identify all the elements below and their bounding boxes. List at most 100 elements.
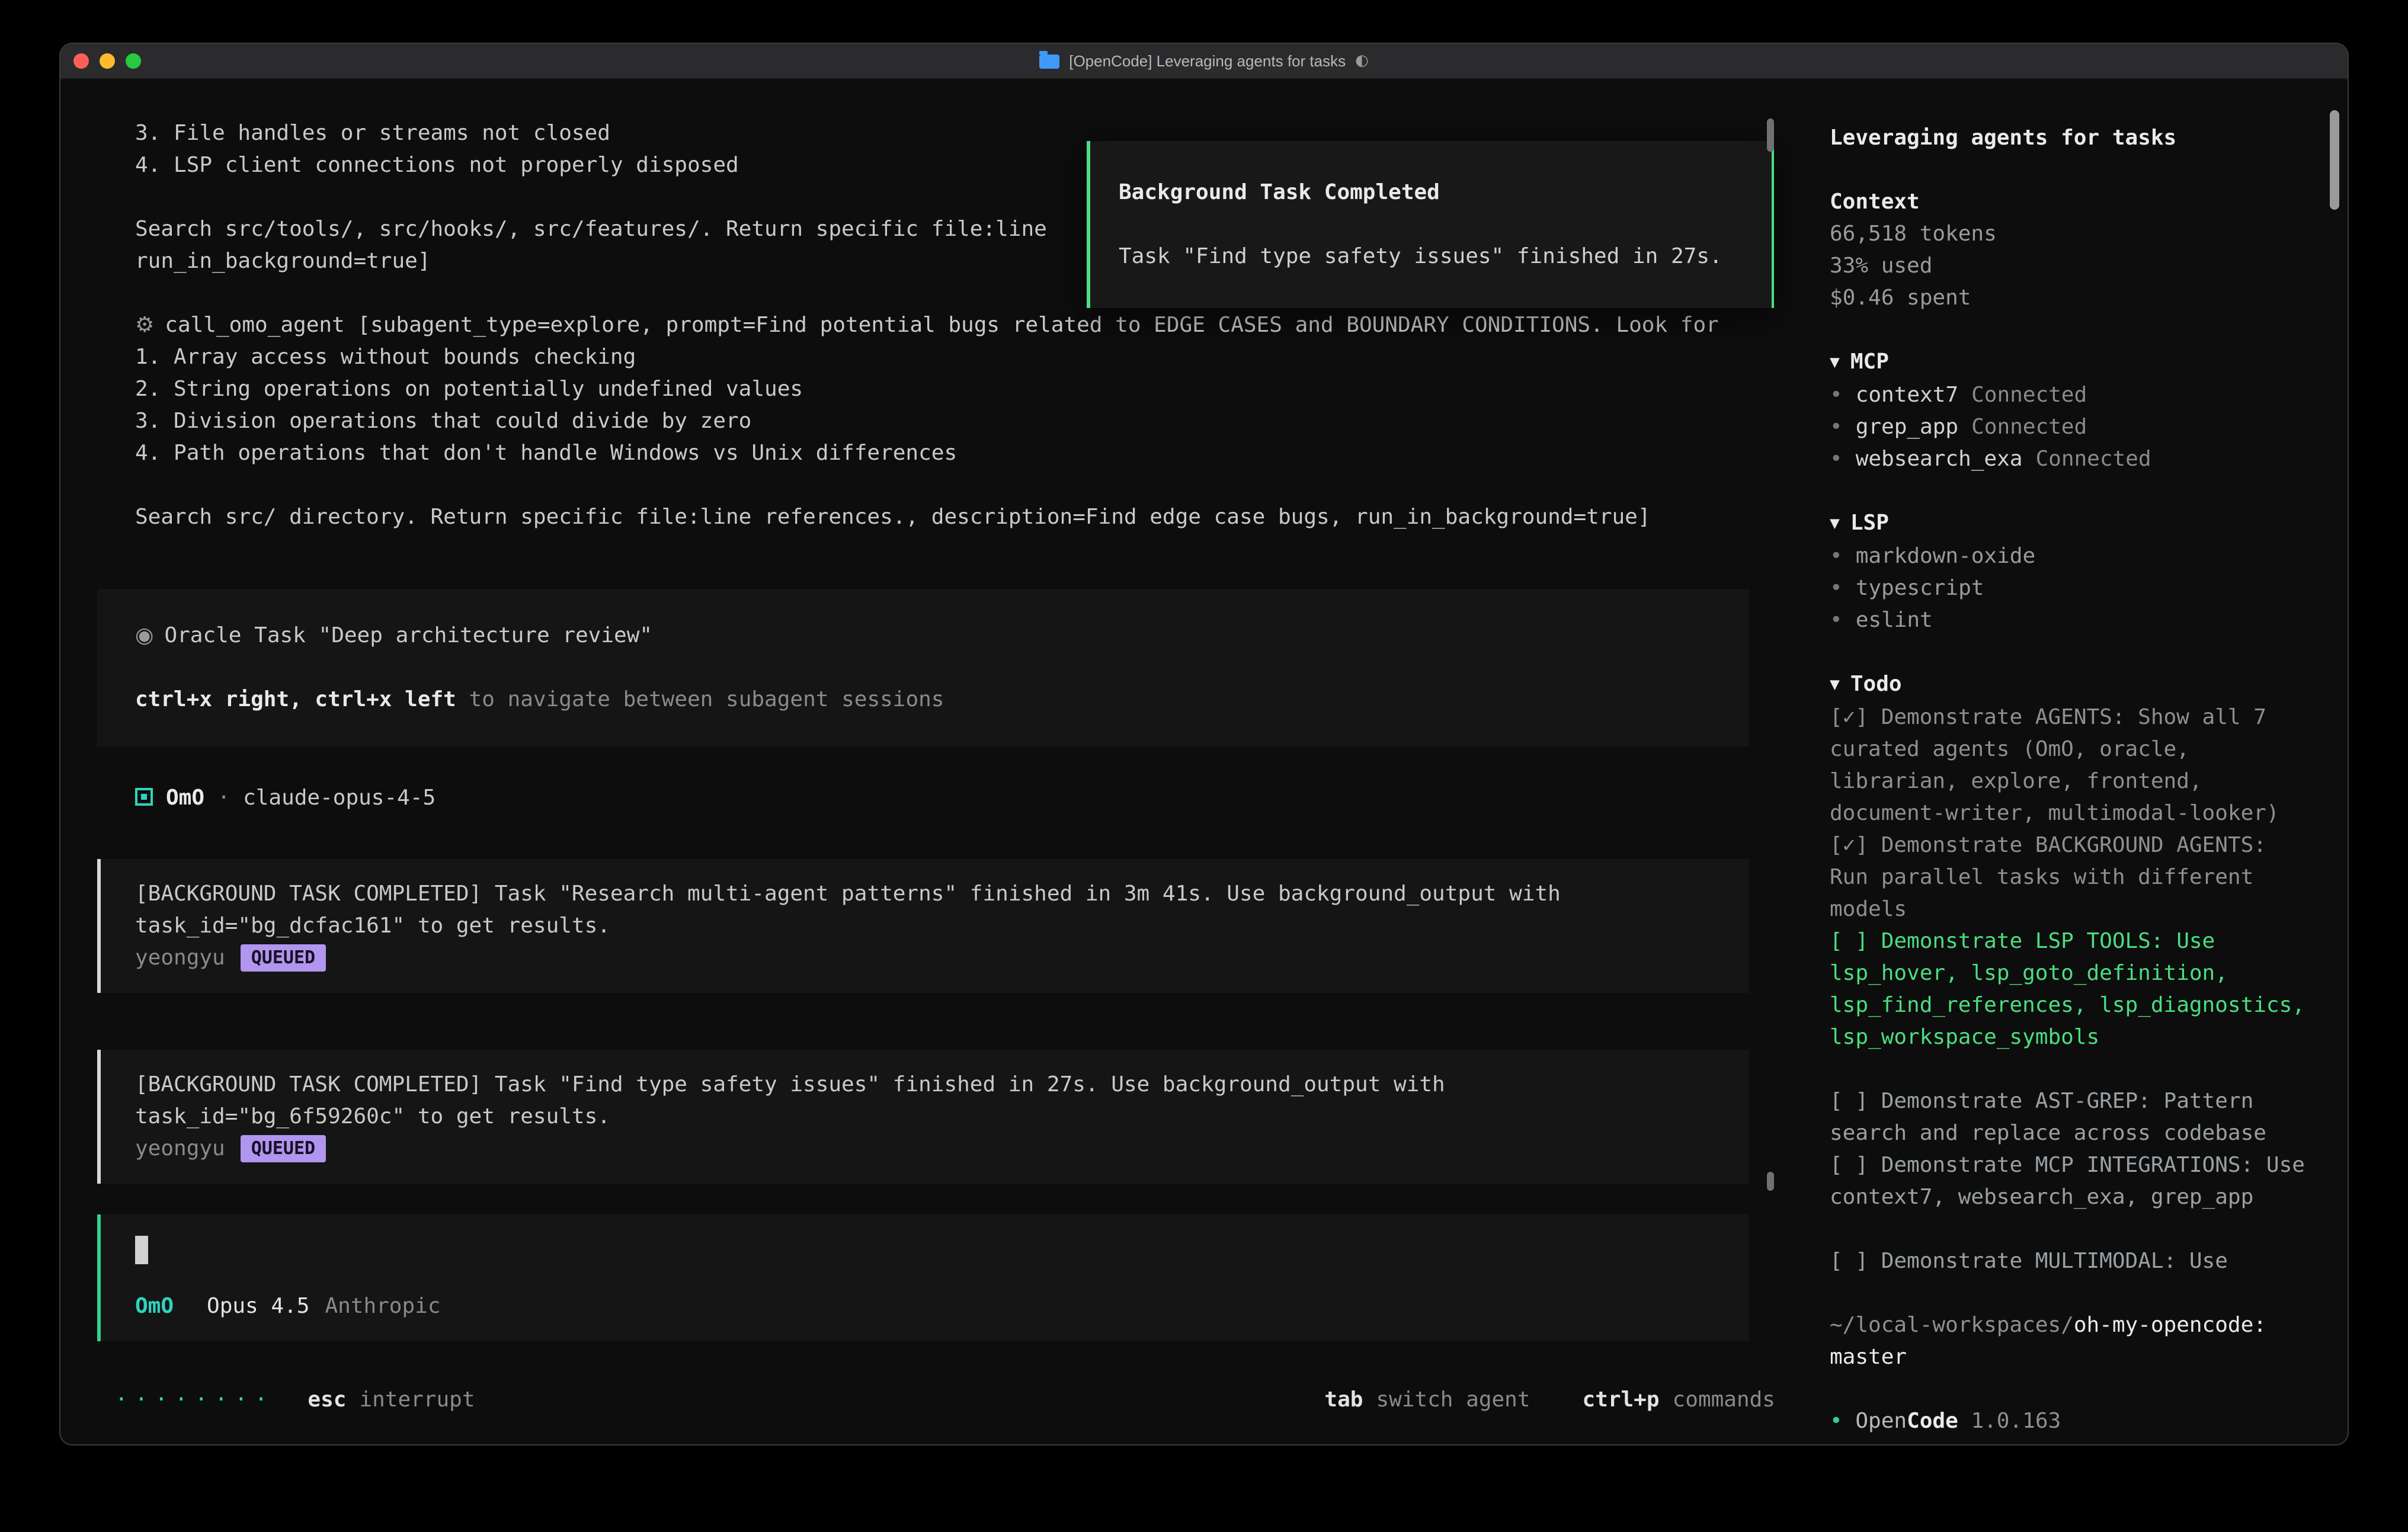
todo-checkbox: [ ] (1830, 1089, 1868, 1114)
todo-item: [ ] Demonstrate MULTIMODAL: Use (1830, 1245, 2307, 1277)
mcp-name: grep_app (1856, 415, 1958, 440)
todo-text: Demonstrate AGENTS: Show all 7 curated a… (1830, 705, 2279, 826)
model-info-line: OmO Opus 4.5 Anthropic (135, 1290, 1711, 1322)
titlebar[interactable]: [OpenCode] Leveraging agents for tasks ◐ (60, 44, 2348, 79)
session-status-icon: ◐ (1355, 52, 1369, 70)
queued-badge: QUEUED (241, 1135, 326, 1162)
spinner-dots-icon: ········ (115, 1387, 274, 1412)
bullet-icon: • (1830, 415, 1843, 440)
workspace-repo: oh-my-opencode: (2074, 1313, 2266, 1338)
sidebar-scrollbar-thumb[interactable] (2330, 110, 2339, 210)
main-scrollbar-thumb-top[interactable] (1767, 118, 1774, 152)
mcp-item: • websearch_exa Connected (1830, 443, 2307, 475)
active-agent-name: OmO (135, 1294, 174, 1319)
terminal-window: [OpenCode] Leveraging agents for tasks◐ … (59, 43, 2349, 1446)
todo-checkbox: [✓] (1830, 705, 1868, 730)
todo-item-active: [ ] Demonstrate LSP TOOLS: Use lsp_hover… (1830, 925, 2307, 1053)
context-used: 33% used (1830, 250, 2307, 282)
agent-model: claude-opus-4-5 (243, 786, 436, 810)
sidebar: Leveraging agents for tasks Context 66,5… (1799, 79, 2348, 1444)
oracle-task-panel: ◉Oracle Task "Deep architecture review" … (97, 589, 1749, 746)
status-right: tabswitch agentctrl+pcommands (1324, 1384, 1775, 1416)
context-spent: $0.46 spent (1830, 282, 2307, 314)
desktop: [OpenCode] Leveraging agents for tasks◐ … (0, 0, 2408, 1532)
close-button[interactable] (73, 53, 89, 69)
tool-call-text: call_omo_agent [subagent_type=explore, p… (165, 313, 1719, 338)
todo-text: Demonstrate BACKGROUND AGENTS: Run paral… (1830, 833, 2279, 922)
tool-call-item: 2. String operations on potentially unde… (135, 373, 1749, 405)
message-text: task_id="bg_dcfac161" to get results. (135, 910, 1711, 942)
status-bar: ········ esc interrupt tabswitch agentctrl… (115, 1384, 1775, 1416)
agent-separator: · (204, 786, 243, 810)
app-version: • OpenCode 1.0.163 (1830, 1405, 2307, 1437)
zoom-button[interactable] (126, 53, 141, 69)
tool-call-item: 1. Array access without bounds checking (135, 341, 1749, 373)
todo-checkbox: [ ] (1830, 929, 1868, 954)
agent-name: OmO (166, 786, 204, 810)
session-title: Leveraging agents for tasks (1830, 122, 2307, 154)
oracle-task-title: Oracle Task "Deep architecture review" (164, 623, 652, 648)
mcp-status: Connected (2035, 447, 2151, 472)
message-background-task-1: [BACKGROUND TASK COMPLETED] Task "Resear… (97, 859, 1749, 993)
message-text: [BACKGROUND TASK COMPLETED] Task "Resear… (135, 878, 1711, 910)
todo-item: [✓] Demonstrate AGENTS: Show all 7 curat… (1830, 701, 2307, 829)
collapse-arrow-icon: ▼ (1830, 514, 1840, 533)
queued-badge: QUEUED (241, 944, 326, 972)
todo-text: Demonstrate AST-GREP: Pattern search and… (1830, 1089, 2266, 1146)
mcp-status: Connected (1971, 383, 2087, 408)
esc-key-hint: esc (308, 1387, 346, 1412)
esc-key-label: interrupt (359, 1387, 475, 1412)
model-provider: Anthropic (325, 1294, 440, 1319)
mcp-name: websearch_exa (1856, 447, 2023, 472)
lsp-item: •markdown-oxide (1830, 540, 2307, 572)
message-meta: yeongyuQUEUED (135, 942, 1711, 974)
tool-call-footer: Search src/ directory. Return specific f… (135, 501, 1749, 533)
background-task-toast[interactable]: Background Task Completed Task "Find typ… (1087, 141, 1774, 308)
bullet-icon: • (1830, 383, 1843, 408)
mcp-section-header[interactable]: ▼ MCP (1830, 346, 2307, 379)
hint-text: to navigate between subagent sessions (456, 687, 944, 712)
app-name-suffix: Code (1907, 1409, 1958, 1434)
subagent-nav-hint: ctrl+x right, ctrl+x left to navigate be… (135, 684, 1711, 716)
collapse-arrow-icon: ▼ (1830, 353, 1840, 372)
conversation-scroll[interactable]: 3. File handles or streams not closed 4.… (60, 79, 1799, 1214)
main-scrollbar-thumb-bottom[interactable] (1767, 1172, 1774, 1191)
lsp-section-label: LSP (1850, 511, 1889, 536)
bullet-icon: • (1830, 608, 1843, 633)
status-left: ········ esc interrupt (115, 1384, 475, 1416)
mcp-status: Connected (1971, 415, 2087, 440)
bullet-icon: • (1830, 544, 1843, 569)
lsp-item: • eslint (1830, 604, 2307, 636)
mcp-section-label: MCP (1850, 350, 1889, 374)
active-model-name: Opus 4.5 (207, 1294, 309, 1319)
message-meta: yeongyuQUEUED (135, 1133, 1711, 1165)
todo-section-label: Todo (1850, 672, 1902, 697)
workspace-path: ~/local-workspaces/oh-my-opencode: maste… (1830, 1309, 2307, 1373)
todo-checkbox: [ ] (1830, 1153, 1868, 1178)
todo-section-header[interactable]: ▼Todo (1830, 668, 2307, 701)
context-tokens: 66,518 tokens (1830, 218, 2307, 250)
todo-item: [ ] Demonstrate MCP INTEGRATIONS: Use co… (1830, 1149, 2307, 1213)
lsp-item: • typescript (1830, 572, 2307, 604)
window-title: [OpenCode] Leveraging agents for tasks ◐ (60, 44, 2348, 78)
window-title-text: [OpenCode] Leveraging agents for tasks (1069, 52, 1346, 70)
lsp-name: typescript (1856, 576, 1984, 601)
lsp-name: eslint (1856, 608, 1933, 633)
oracle-task-title-line: ◉Oracle Task "Deep architecture review" (135, 620, 1711, 652)
commands-key-hint: ctrl+p (1583, 1387, 1660, 1412)
mcp-item: • grep_app Connected (1830, 411, 2307, 443)
prompt-input[interactable]: OmO Opus 4.5 Anthropic (97, 1214, 1749, 1341)
message-text: [BACKGROUND TASK COMPLETED] Task "Find t… (135, 1069, 1711, 1101)
gear-icon: ⚙ (135, 313, 154, 338)
bullet-icon: • (1830, 447, 1843, 472)
blank-line (135, 533, 1749, 565)
bullet-icon: • (1830, 576, 1843, 601)
context-section-header: Context (1830, 186, 2307, 218)
minimize-button[interactable] (100, 53, 115, 69)
todo-text: Demonstrate MULTIMODAL: Use (1868, 1249, 2228, 1274)
blank-line (135, 469, 1749, 501)
lsp-section-header[interactable]: ▼ LSP (1830, 507, 2307, 540)
traffic-lights (60, 53, 141, 69)
todo-text: Demonstrate MCP INTEGRATIONS: Use contex… (1830, 1153, 2318, 1210)
agent-icon (135, 788, 153, 806)
